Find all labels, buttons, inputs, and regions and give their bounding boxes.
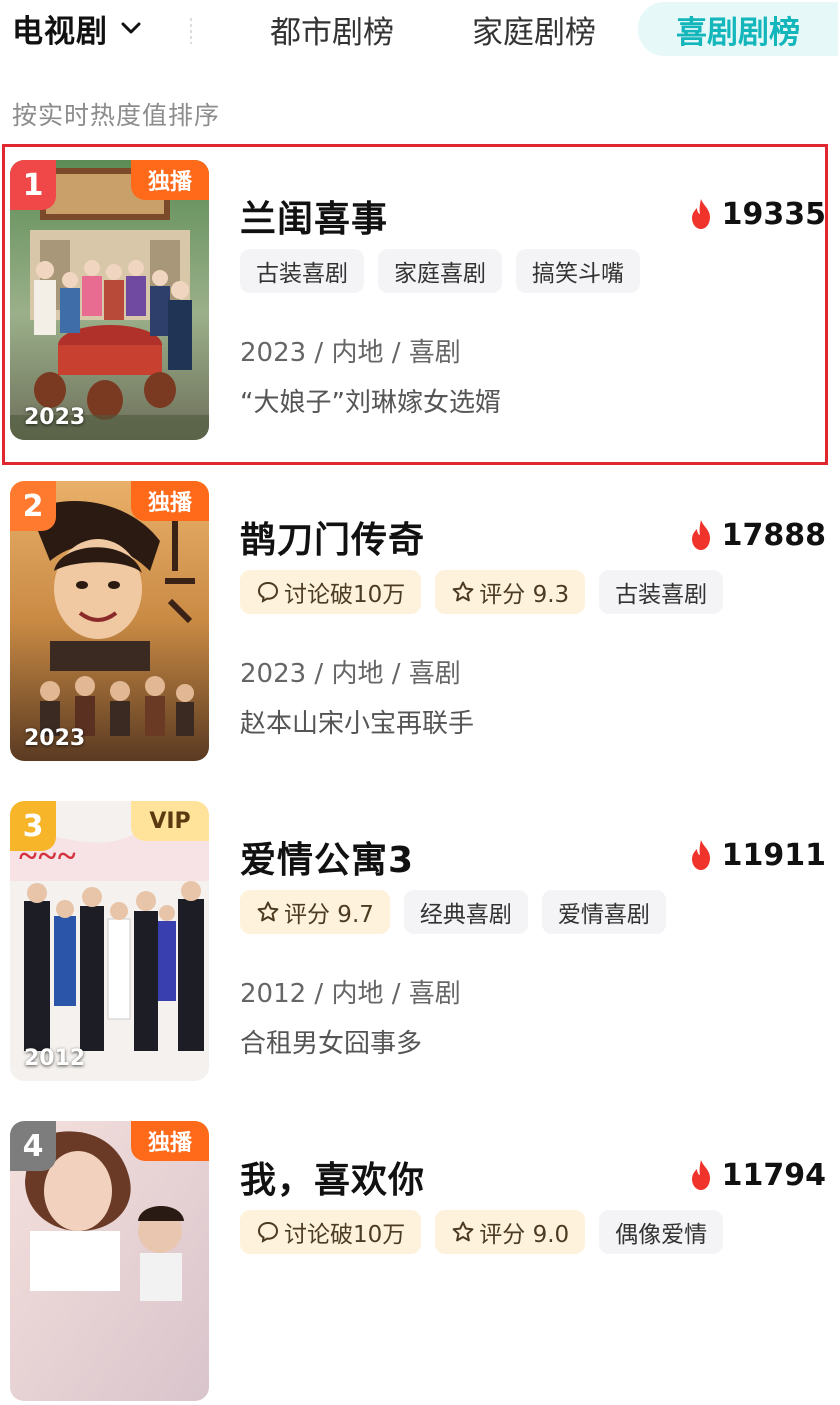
heat-score: 11911 (688, 835, 826, 875)
item-meta: 2023 / 内地 / 喜剧 (240, 659, 461, 689)
tag-chip[interactable]: 评分 9.0 (435, 1210, 586, 1254)
tag-chip[interactable]: 古装喜剧 (240, 249, 364, 293)
item-title[interactable]: 爱情公寓3 (240, 831, 414, 883)
heat-value: 19335 (721, 196, 826, 232)
item-meta: 2023 / 内地 / 喜剧 (240, 338, 461, 368)
list-item[interactable]: 1 独播 2023 兰闺喜事 19335 古装喜剧 家庭喜剧 搞笑斗嘴 2023… (0, 144, 840, 465)
tag-label: 爱情喜剧 (557, 902, 650, 928)
tag-label: 讨论破10万 (284, 582, 406, 608)
tab-comedy-chart[interactable]: 喜剧剧榜 (638, 2, 838, 56)
tag-label: 搞笑斗嘴 (532, 261, 624, 287)
tag-chip[interactable]: 讨论破10万 (240, 570, 422, 614)
vip-badge: VIP (131, 801, 209, 841)
tag-chip[interactable]: 经典喜剧 (403, 890, 528, 934)
top-bar: 电视剧 都市剧榜 家庭剧榜 喜剧剧榜 (0, 0, 840, 60)
tag-chip[interactable]: 家庭喜剧 (378, 249, 502, 293)
rank-badge: 2 (10, 481, 56, 531)
category-label: 电视剧 (12, 13, 108, 50)
rank-badge: 1 (10, 160, 56, 210)
tag-list: 古装喜剧 家庭喜剧 搞笑斗嘴 (240, 249, 640, 293)
heat-value: 17888 (721, 517, 826, 553)
tag-chip[interactable]: 爱情喜剧 (541, 890, 666, 934)
tag-list: 评分 9.7 经典喜剧 爱情喜剧 (240, 890, 666, 934)
tag-label: 评分 9.0 (479, 1222, 570, 1248)
heat-value: 11794 (721, 1157, 826, 1193)
item-description: “大娘子”刘琳嫁女选婿 (240, 388, 501, 418)
item-title[interactable]: 兰闺喜事 (240, 190, 388, 242)
tag-label: 古装喜剧 (256, 261, 348, 287)
chat-bubble-icon (257, 1221, 279, 1243)
list-item[interactable]: ~~~ 3 VIP 2012 爱情公寓3 11911 评分 9.7 经典喜剧 爱… (0, 785, 840, 1085)
flame-icon (691, 520, 710, 550)
tag-chip[interactable]: 评分 9.3 (435, 570, 586, 614)
exclusive-badge: 独播 (131, 160, 209, 200)
star-icon (452, 1221, 474, 1242)
flame-icon (691, 199, 710, 229)
rank-badge: 3 (10, 801, 56, 851)
heat-score: 17888 (688, 515, 826, 555)
exclusive-badge: 独播 (131, 1121, 209, 1161)
poster-image[interactable]: 1 独播 2023 (10, 160, 209, 440)
tag-chip[interactable]: 偶像爱情 (599, 1210, 724, 1254)
tag-chip[interactable]: 讨论破10万 (240, 1210, 422, 1254)
poster-year: 2012 (24, 1046, 86, 1071)
heat-value: 11911 (721, 837, 826, 873)
tab-divider (186, 16, 196, 46)
tag-list: 讨论破10万 评分 9.3 古装喜剧 (240, 570, 724, 614)
chevron-down-icon (120, 17, 142, 39)
item-title[interactable]: 鹊刀门传奇 (240, 511, 425, 563)
poster-year: 2023 (24, 726, 86, 751)
tag-label: 偶像爱情 (615, 1222, 708, 1248)
tag-chip[interactable]: 古装喜剧 (599, 570, 724, 614)
item-description: 赵本山宋小宝再联手 (240, 709, 475, 739)
tag-chip[interactable]: 评分 9.7 (240, 890, 390, 934)
heat-score: 19335 (688, 194, 826, 234)
category-dropdown[interactable]: 电视剧 (12, 6, 142, 50)
poster-image[interactable]: 4 独播 (10, 1121, 209, 1401)
item-meta: 2012 / 内地 / 喜剧 (240, 979, 461, 1009)
star-icon (452, 581, 474, 602)
poster-image[interactable]: 2 独播 2023 (10, 481, 209, 761)
sort-note: 按实时热度值排序 (12, 101, 221, 130)
tab-family-chart[interactable]: 家庭剧榜 (458, 2, 610, 56)
list-item[interactable]: 4 独播 我，喜欢你 11794 讨论破10万 评分 9.0 偶像爱情 (0, 1105, 840, 1405)
poster-image[interactable]: ~~~ 3 VIP 2012 (10, 801, 209, 1081)
flame-icon (691, 840, 710, 870)
list-item[interactable]: 2 独播 2023 鹊刀门传奇 17888 讨论破10万 评分 9.3 古装喜剧… (0, 465, 840, 765)
exclusive-badge: 独播 (131, 481, 209, 521)
tag-list: 讨论破10万 评分 9.0 偶像爱情 (240, 1210, 724, 1254)
rank-badge: 4 (10, 1121, 56, 1171)
star-icon (257, 901, 279, 922)
poster-year: 2023 (24, 405, 86, 430)
heat-score: 11794 (688, 1155, 826, 1195)
flame-icon (691, 1160, 710, 1190)
tag-label: 家庭喜剧 (394, 261, 486, 287)
tag-label: 古装喜剧 (615, 582, 708, 608)
item-title[interactable]: 我，喜欢你 (240, 1151, 425, 1203)
tag-label: 评分 9.7 (284, 902, 374, 928)
tag-chip[interactable]: 搞笑斗嘴 (516, 249, 640, 293)
tag-label: 讨论破10万 (284, 1222, 406, 1248)
tab-urban-chart[interactable]: 都市剧榜 (256, 2, 408, 56)
tag-label: 评分 9.3 (479, 582, 570, 608)
chat-bubble-icon (257, 581, 279, 603)
tag-label: 经典喜剧 (419, 902, 512, 928)
item-description: 合租男女囧事多 (240, 1029, 423, 1059)
